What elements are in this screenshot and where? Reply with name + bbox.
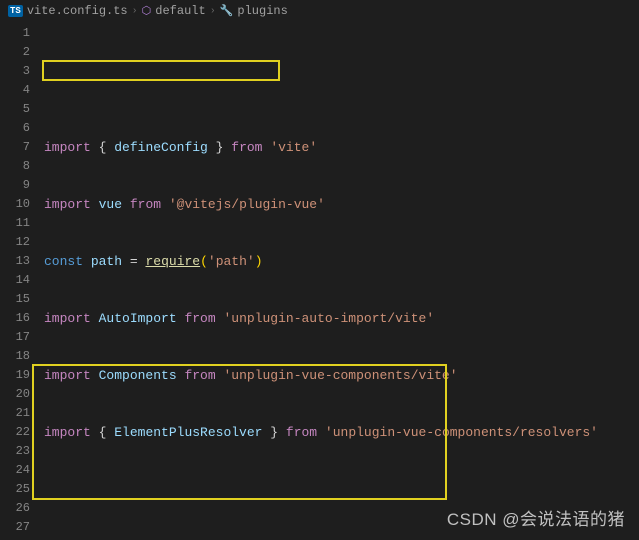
code-line: const path = require('path') [44, 252, 639, 271]
code-line: import Components from 'unplugin-vue-com… [44, 366, 639, 385]
property-icon: 🔧 [220, 4, 234, 18]
breadcrumb-symbol-label: plugins [237, 4, 287, 18]
code-area[interactable]: import { defineConfig } from 'vite' impo… [44, 22, 639, 540]
breadcrumb-symbol-label: default [155, 4, 205, 18]
highlight-box [42, 60, 280, 81]
code-editor[interactable]: 123 456 789 101112 131415 161718 192021 … [0, 22, 639, 540]
code-line [44, 480, 639, 499]
line-gutter: 123 456 789 101112 131415 161718 192021 … [0, 22, 44, 540]
module-icon: ⬡ [142, 4, 152, 18]
breadcrumb-symbol-default[interactable]: ⬡ default [142, 4, 206, 18]
code-line: import vue from '@vitejs/plugin-vue' [44, 195, 639, 214]
breadcrumb-file-label: vite.config.ts [27, 4, 128, 18]
watermark: CSDN @会说法语的猪 [447, 505, 625, 530]
ts-icon: TS [8, 5, 23, 17]
code-line: import AutoImport from 'unplugin-auto-im… [44, 309, 639, 328]
code-line: import { defineConfig } from 'vite' [44, 138, 639, 157]
chevron-right-icon: › [210, 6, 216, 17]
breadcrumb-symbol-plugins[interactable]: 🔧 plugins [220, 4, 288, 18]
chevron-right-icon: › [132, 6, 138, 17]
code-line: import { ElementPlusResolver } from 'unp… [44, 423, 639, 442]
breadcrumb[interactable]: TS vite.config.ts › ⬡ default › 🔧 plugin… [0, 0, 639, 22]
breadcrumb-file[interactable]: TS vite.config.ts [8, 4, 128, 18]
